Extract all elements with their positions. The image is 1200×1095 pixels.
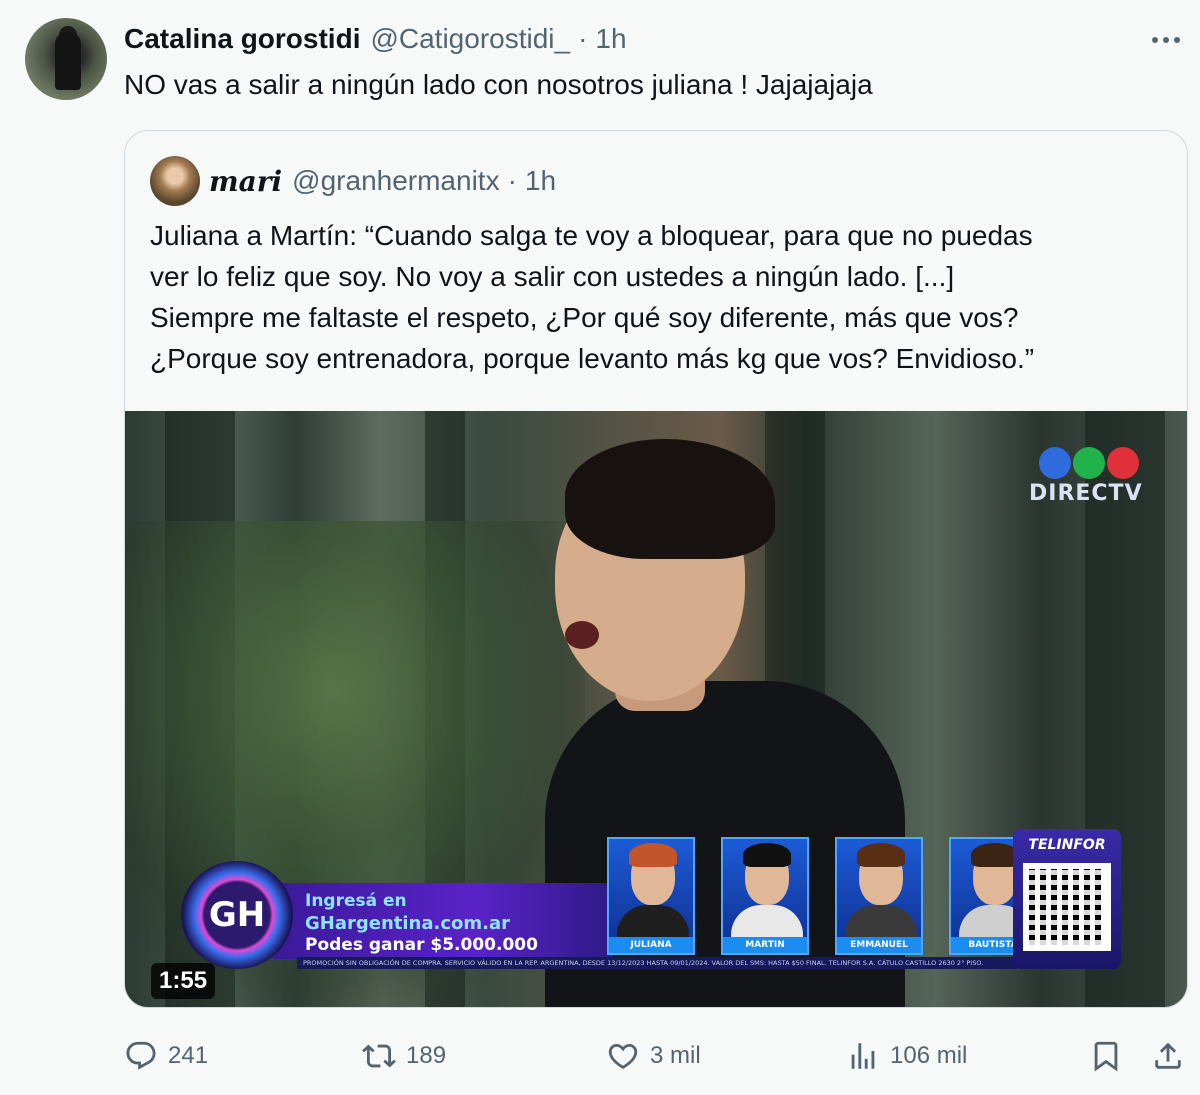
views-count: 106 mil xyxy=(890,1042,968,1069)
more-dot xyxy=(1152,37,1158,43)
more-options-icon[interactable] xyxy=(1148,26,1184,54)
quoted-tweet-text: Juliana a Martín: “Cuando salga te voy a… xyxy=(150,215,1170,379)
like-icon xyxy=(608,1043,638,1069)
directv-logo-icon xyxy=(1039,447,1139,479)
video-duration-badge: 1:55 xyxy=(151,963,216,999)
promo-line-2: GHargentina.com.ar xyxy=(305,913,510,934)
share-icon xyxy=(1155,1042,1181,1069)
quoted-text-line: Siempre me faltaste el respeto, ¿Por qué… xyxy=(150,302,1019,333)
like-button[interactable]: 3 mil xyxy=(606,1036,701,1076)
quoted-text-line: Juliana a Martín: “Cuando salga te voy a… xyxy=(150,220,1033,251)
reply-icon xyxy=(126,1041,156,1070)
quoted-text-line: ver lo feliz que soy. No voy a salir con… xyxy=(150,261,955,292)
gh-logo-icon: GH xyxy=(181,861,293,969)
contestant-hair xyxy=(971,843,1019,867)
contestant-card: JULIANA xyxy=(607,837,695,955)
repost-icon xyxy=(362,1044,396,1068)
quoted-author-avatar[interactable] xyxy=(150,156,200,206)
sponsor-qr-panel: TELINFOR xyxy=(1013,829,1121,969)
promo-legal-text: PROMOCIÓN SIN OBLIGACIÓN DE COMPRA. SERV… xyxy=(297,957,1017,969)
header-separator: · xyxy=(578,23,588,54)
promo-banner: GH Ingresá en GHargentina.com.ar Podes g… xyxy=(181,829,1183,969)
tweet-header: Catalina gorostidi @Catigorostidi_ · 1h xyxy=(124,22,627,56)
quoted-author-name: mari xyxy=(209,164,283,198)
tweet-text: NO vas a salir a ningún lado con nosotro… xyxy=(124,69,873,100)
logo-dot-blue xyxy=(1039,447,1071,479)
person-mouth-shape xyxy=(565,621,599,649)
sponsor-name: TELINFOR xyxy=(1028,837,1106,853)
more-dot xyxy=(1163,37,1169,43)
like-count: 3 mil xyxy=(650,1042,701,1069)
quoted-tweet-header: mari @granhermanitx · 1h xyxy=(209,162,556,200)
tweet-time[interactable]: 1h xyxy=(595,23,626,55)
bookmark-button[interactable] xyxy=(1086,1036,1126,1076)
gh-logo-text: GH xyxy=(208,895,266,935)
contestant-name: JULIANA xyxy=(609,937,693,953)
quoted-author-handle: @granhermanitx xyxy=(292,165,500,196)
author-handle[interactable]: @Catigorostidi_ xyxy=(370,23,570,55)
views-button[interactable]: 106 mil xyxy=(846,1036,967,1076)
logo-dot-red xyxy=(1107,447,1139,479)
author-name[interactable]: Catalina gorostidi xyxy=(124,23,360,55)
tweet[interactable]: Catalina gorostidi @Catigorostidi_ · 1h … xyxy=(0,0,1200,1095)
contestant-name: EMMANUEL xyxy=(837,937,921,953)
tweet-actions: 241 189 3 mil 106 mil xyxy=(124,1036,1188,1076)
repost-count: 189 xyxy=(406,1042,447,1069)
channel-logo-text: DIRECTV xyxy=(1029,481,1143,506)
contestant-name: MARTIN xyxy=(723,937,807,953)
quoted-text-line: ¿Porque soy entrenadora, porque levanto … xyxy=(150,343,1035,374)
promo-line-3: Podes ganar $5.000.000 xyxy=(305,935,538,955)
contestant-hair xyxy=(629,843,677,867)
contestant-card: MARTIN xyxy=(721,837,809,955)
video-player[interactable]: DIRECTV GH Ingresá en GHargentina.com.ar… xyxy=(125,411,1187,1007)
share-button[interactable] xyxy=(1148,1036,1188,1076)
contestant-card: EMMANUEL xyxy=(835,837,923,955)
bookmark-icon xyxy=(1094,1041,1118,1072)
avatar-figure-shape xyxy=(55,32,81,90)
views-icon xyxy=(851,1043,875,1069)
more-dot xyxy=(1174,37,1180,43)
logo-dot-green xyxy=(1073,447,1105,479)
repost-button[interactable]: 189 xyxy=(362,1036,446,1076)
reply-button[interactable]: 241 xyxy=(124,1036,208,1076)
reply-count: 241 xyxy=(168,1042,209,1069)
qr-code-icon xyxy=(1023,863,1111,951)
author-avatar[interactable] xyxy=(25,18,107,100)
quoted-header-separator: · xyxy=(507,165,517,196)
person-hair-shape xyxy=(565,439,775,559)
promo-line-1: Ingresá en xyxy=(305,891,407,911)
contestant-hair xyxy=(857,843,905,867)
quoted-tweet[interactable]: mari @granhermanitx · 1h Juliana a Martí… xyxy=(124,130,1188,1008)
quoted-tweet-time: 1h xyxy=(524,165,557,196)
contestant-hair xyxy=(743,843,791,867)
